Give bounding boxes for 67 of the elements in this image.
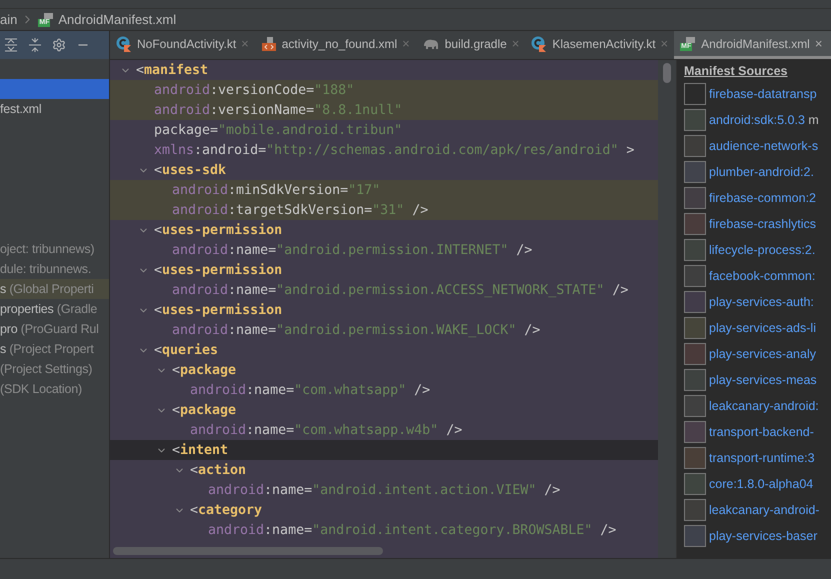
code-text: <category — [190, 502, 262, 518]
code-text: <uses-permission — [154, 302, 282, 318]
source-link[interactable]: leakcanary-android- — [709, 503, 820, 517]
code-text: android:versionCode="188" — [154, 82, 354, 98]
tree-item[interactable]: fest.xml — [0, 99, 109, 119]
source-link[interactable]: facebook-common: — [709, 269, 816, 283]
kotlin-class-icon — [531, 36, 548, 52]
collapse-all-icon[interactable] — [28, 38, 42, 52]
breadcrumb-item[interactable]: ain — [0, 12, 18, 27]
code-text: <uses-sdk — [154, 162, 226, 178]
code-text: android:name="android.permission.ACCESS_NETWORK_STATE" /> — [172, 282, 628, 298]
editor-tab[interactable]: activity_no_found.xml × — [254, 31, 416, 59]
tree-item[interactable]: oject: tribunnews) — [0, 239, 109, 259]
editor-tab[interactable]: KlasemenActivity.kt × — [525, 31, 674, 59]
code-text: <queries — [154, 342, 218, 358]
source-link[interactable]: play-services-auth: — [709, 295, 814, 309]
source-link[interactable]: lifecycle-process:2. — [709, 243, 816, 257]
code-text: xmlns:android="http://schemas.android.com/apk/res/android" > — [154, 142, 634, 158]
scrollbar-thumb[interactable] — [663, 63, 671, 83]
scrollbar-thumb[interactable] — [113, 547, 383, 555]
editor-tab[interactable]: NoFoundActivity.kt × — [110, 31, 255, 59]
code-text: android:name="android.permission.WAKE_LOCK" /> — [172, 322, 540, 338]
source-link[interactable]: transport-runtime:3 — [709, 451, 815, 465]
code-text: <manifest — [136, 62, 208, 78]
tree-item[interactable]: properties (Gradle — [0, 299, 109, 319]
breadcrumb-item[interactable]: AndroidManifest.xml — [58, 12, 176, 27]
source-link[interactable]: leakcanary-android: — [709, 399, 819, 413]
code-text: android:name="com.whatsapp" /> — [190, 382, 430, 398]
code-text: android:targetSdkVersion="31" /> — [172, 202, 428, 218]
code-text: android:name="android.intent.category.BROWSABLE" /> — [208, 522, 616, 538]
code-text: <package — [172, 402, 236, 418]
code-text: <intent — [172, 442, 228, 458]
tree-item[interactable]: (Project Settings) — [0, 359, 109, 379]
source-link[interactable]: audience-network-s — [709, 139, 818, 153]
close-icon[interactable]: × — [814, 36, 822, 51]
code-text: android:name="com.whatsapp.w4b" /> — [190, 422, 462, 438]
source-link[interactable]: firebase-common:2 — [709, 191, 816, 205]
tree-item[interactable]: s (Project Propert — [0, 339, 109, 359]
code-text: package="mobile.android.tribun" — [154, 122, 402, 138]
source-link[interactable]: firebase-datatransp — [709, 87, 817, 101]
source-link[interactable]: core:1.8.0-alpha04 — [709, 477, 814, 491]
settings-icon[interactable] — [52, 38, 66, 52]
expand-all-icon[interactable] — [4, 38, 18, 52]
source-link[interactable]: play-services-meas — [709, 373, 817, 387]
code-text: android:name="android.intent.action.VIEW" /> — [208, 482, 560, 498]
tree-item[interactable]: (SDK Location) — [0, 379, 109, 399]
source-link[interactable]: play-services-baser — [709, 529, 818, 543]
source-link[interactable]: android:sdk:5.0.3 m — [709, 113, 819, 127]
code-text: android:versionName="8.8.1null" — [154, 102, 402, 118]
code-text: <action — [190, 462, 246, 478]
code-text: <package — [172, 362, 236, 378]
panel-title: Manifest Sources — [684, 64, 789, 78]
code-text: <uses-permission — [154, 262, 282, 278]
source-link[interactable]: firebase-crashlytics — [709, 217, 816, 231]
code-text: android:minSdkVersion="17" — [172, 182, 380, 198]
tree-item[interactable]: pro (ProGuard Rul — [0, 319, 109, 339]
tree-item[interactable]: s (Global Properti — [0, 279, 109, 299]
source-link[interactable]: transport-backend- — [709, 425, 814, 439]
code-text: android:name="android.permission.INTERNET" /> — [172, 242, 532, 258]
source-link[interactable]: play-services-analy — [709, 347, 816, 361]
source-link[interactable]: play-services-ads-li — [709, 321, 816, 335]
layout-file-icon — [260, 36, 277, 52]
editor-tab[interactable]: build.gradle × — [416, 31, 526, 59]
source-link[interactable]: plumber-android:2. — [709, 165, 814, 179]
tree-item[interactable]: dule: tribunnews. — [0, 259, 109, 279]
kotlin-class-icon — [116, 36, 132, 52]
code-text: <uses-permission — [154, 222, 282, 238]
